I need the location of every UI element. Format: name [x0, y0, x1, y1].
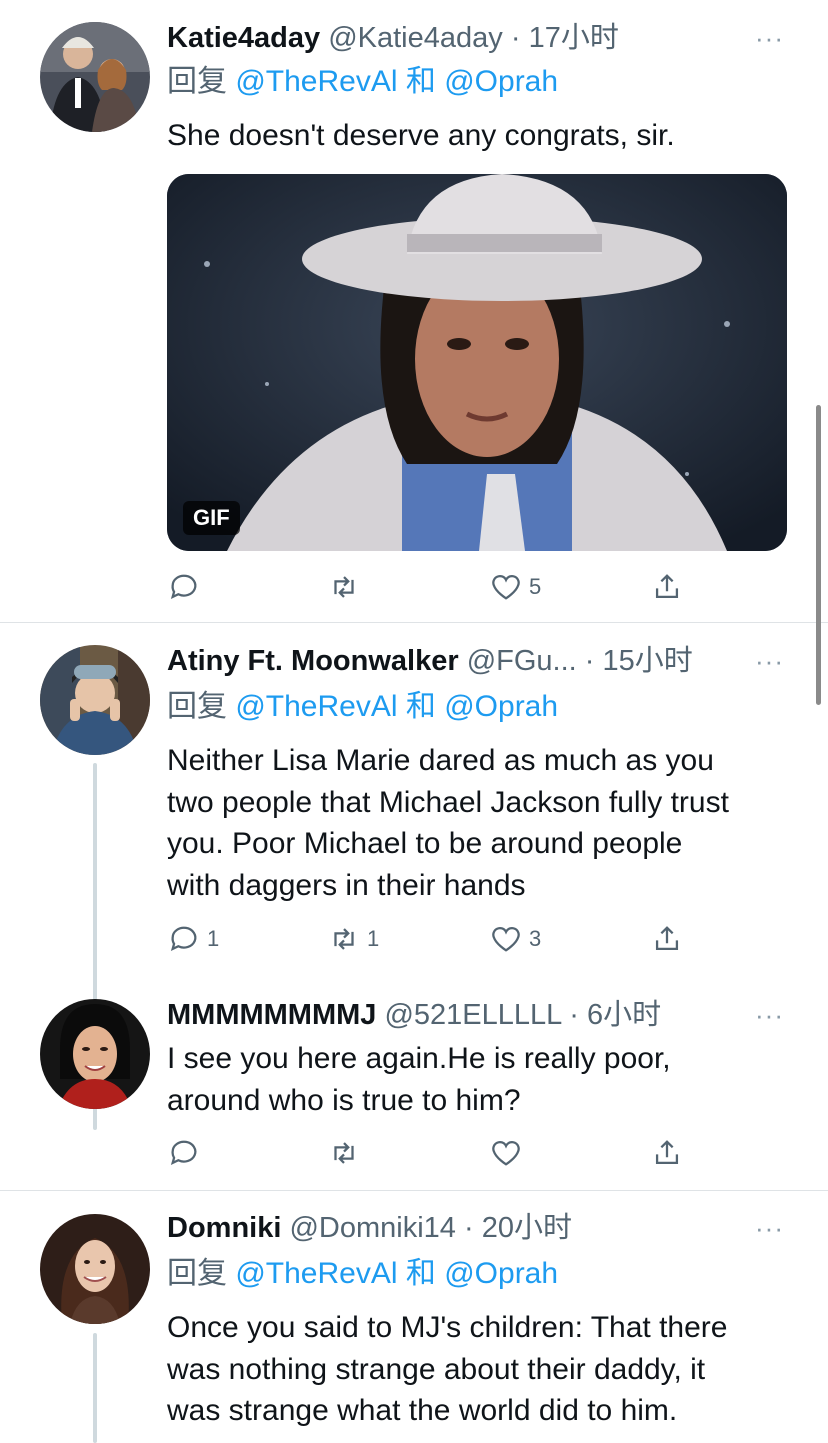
tweet-mmmmmmmmj[interactable]: MMMMMMMMJ @521ELLLLL · 6小时 ··· I see you… [0, 990, 828, 1190]
retweet-button[interactable]: 1 [327, 919, 379, 959]
mention-link[interactable]: @Oprah [444, 690, 558, 723]
timestamp[interactable]: 6小时 [587, 999, 661, 1031]
replying-to: 回复 @TheRevAl 和 @Oprah [167, 62, 558, 102]
avatar[interactable] [40, 645, 150, 755]
tweet-header: Atiny Ft. Moonwalker @FGu... · 15小时 [167, 641, 693, 681]
more-options-icon[interactable]: ··· [755, 1215, 784, 1241]
reply-prefix: 回复 [167, 1257, 227, 1290]
user-handle[interactable]: @Domniki14 [289, 1212, 455, 1244]
reply-icon [170, 926, 197, 952]
tweet-actions [0, 1133, 828, 1173]
avatar[interactable] [40, 22, 150, 132]
share-button[interactable] [650, 567, 684, 607]
like-button[interactable]: 3 [489, 919, 541, 959]
share-icon [655, 926, 679, 951]
tweet-header: MMMMMMMMJ @521ELLLLL · 6小时 [167, 995, 661, 1035]
tweet-text-line: you. Poor Michael to be around people [167, 827, 683, 860]
avatar[interactable] [40, 1214, 150, 1324]
gif-badge: GIF [183, 501, 240, 535]
tweet-domniki[interactable]: Domniki @Domniki14 · 20小时 ··· 回复 @TheRev… [0, 1191, 828, 1443]
retweet-button[interactable] [327, 567, 361, 607]
retweet-icon [334, 576, 354, 598]
display-name[interactable]: Domniki [167, 1212, 281, 1244]
retweet-count: 1 [367, 926, 380, 951]
tweet-text-line: with daggers in their hands [167, 868, 526, 902]
tweet-header: Katie4aday @Katie4aday · 17小时 [167, 18, 619, 58]
tweet-actions: 5 [0, 567, 828, 607]
mention-link[interactable]: @TheRevAl [235, 1257, 397, 1290]
display-name[interactable]: Atiny Ft. Moonwalker [167, 645, 459, 677]
tweet-text-line: Once you said to MJ's children: That the… [167, 1311, 728, 1344]
tweet-text-line: I see you here again.He is really poor, [167, 1042, 671, 1075]
reply-button[interactable]: 1 [167, 919, 219, 959]
thread-line [93, 1333, 97, 1443]
mention-link[interactable]: @Oprah [444, 65, 558, 98]
share-icon [655, 574, 679, 599]
tweet-text: She doesn't deserve any congrats, sir. [167, 119, 675, 152]
more-options-icon[interactable]: ··· [755, 1002, 784, 1028]
heart-icon [492, 575, 520, 600]
timestamp[interactable]: 17小时 [529, 22, 619, 54]
more-options-icon[interactable]: ··· [755, 25, 784, 51]
tweet-text-line: was strange what the world did to him. [167, 1394, 678, 1427]
user-handle[interactable]: @521ELLLLL [384, 999, 561, 1031]
reply-joiner: 和 [405, 690, 436, 723]
reply-icon [170, 574, 197, 600]
display-name[interactable]: Katie4aday [167, 22, 320, 54]
timestamp[interactable]: 20小时 [482, 1212, 572, 1244]
gif-preview-image [167, 174, 787, 551]
separator-dot: · [463, 1212, 474, 1244]
tweet-text: I see you here again.He is really poor, … [167, 1038, 797, 1121]
mention-link[interactable]: @TheRevAl [235, 690, 397, 723]
avatar[interactable] [40, 999, 150, 1109]
share-button[interactable] [650, 1133, 684, 1173]
reply-button[interactable] [167, 1133, 201, 1173]
separator-dot: · [510, 22, 521, 54]
like-button[interactable] [489, 1133, 523, 1173]
share-icon [655, 1140, 679, 1165]
timestamp[interactable]: 15小时 [603, 645, 693, 677]
user-handle[interactable]: @Katie4aday [328, 22, 503, 54]
reply-prefix: 回复 [167, 690, 227, 723]
share-button[interactable] [650, 919, 684, 959]
tweet-text-line: around who is true to him? [167, 1083, 521, 1117]
reply-button[interactable] [167, 567, 201, 607]
reply-joiner: 和 [405, 1257, 436, 1290]
tweet-text: Once you said to MJ's children: That the… [167, 1307, 797, 1432]
tweet-actions: 1 1 3 [0, 919, 828, 959]
heart-icon [492, 927, 520, 952]
tweet-header: Domniki @Domniki14 · 20小时 [167, 1208, 572, 1248]
tweet-text-line: two people that Michael Jackson fully tr… [167, 785, 729, 819]
tweet-text-line: was nothing strange about their daddy, i… [167, 1352, 706, 1386]
replying-to: 回复 @TheRevAl 和 @Oprah [167, 1254, 558, 1294]
tweet-katie4aday[interactable]: Katie4aday @Katie4aday · 17小时 ··· 回复 @Th… [0, 0, 828, 622]
user-handle[interactable]: @FGu... [467, 645, 577, 677]
like-count: 5 [529, 574, 542, 599]
heart-icon [492, 1141, 520, 1166]
tweet-atiny-moonwalker[interactable]: Atiny Ft. Moonwalker @FGu... · 15小时 ··· … [0, 623, 828, 1130]
mention-link[interactable]: @Oprah [444, 1257, 558, 1290]
scrollbar[interactable] [816, 405, 821, 705]
retweet-button[interactable] [327, 1133, 361, 1173]
display-name[interactable]: MMMMMMMMJ [167, 999, 376, 1031]
reply-icon [170, 1140, 197, 1166]
more-options-icon[interactable]: ··· [755, 648, 784, 674]
separator-dot: · [584, 645, 595, 677]
like-button[interactable]: 5 [489, 567, 541, 607]
replying-to: 回复 @TheRevAl 和 @Oprah [167, 687, 558, 727]
reply-prefix: 回复 [167, 65, 227, 98]
mention-link[interactable]: @TheRevAl [235, 65, 397, 98]
gif-media[interactable]: GIF [167, 174, 787, 551]
tweet-text: Neither Lisa Marie dared as much as you … [167, 740, 797, 906]
retweet-icon [334, 1142, 354, 1164]
like-count: 3 [529, 926, 542, 951]
reply-joiner: 和 [405, 65, 436, 98]
tweet-text-line: Neither Lisa Marie dared as much as you [167, 744, 714, 777]
separator-dot: · [569, 999, 579, 1031]
retweet-icon [334, 928, 354, 950]
reply-count: 1 [207, 926, 220, 951]
